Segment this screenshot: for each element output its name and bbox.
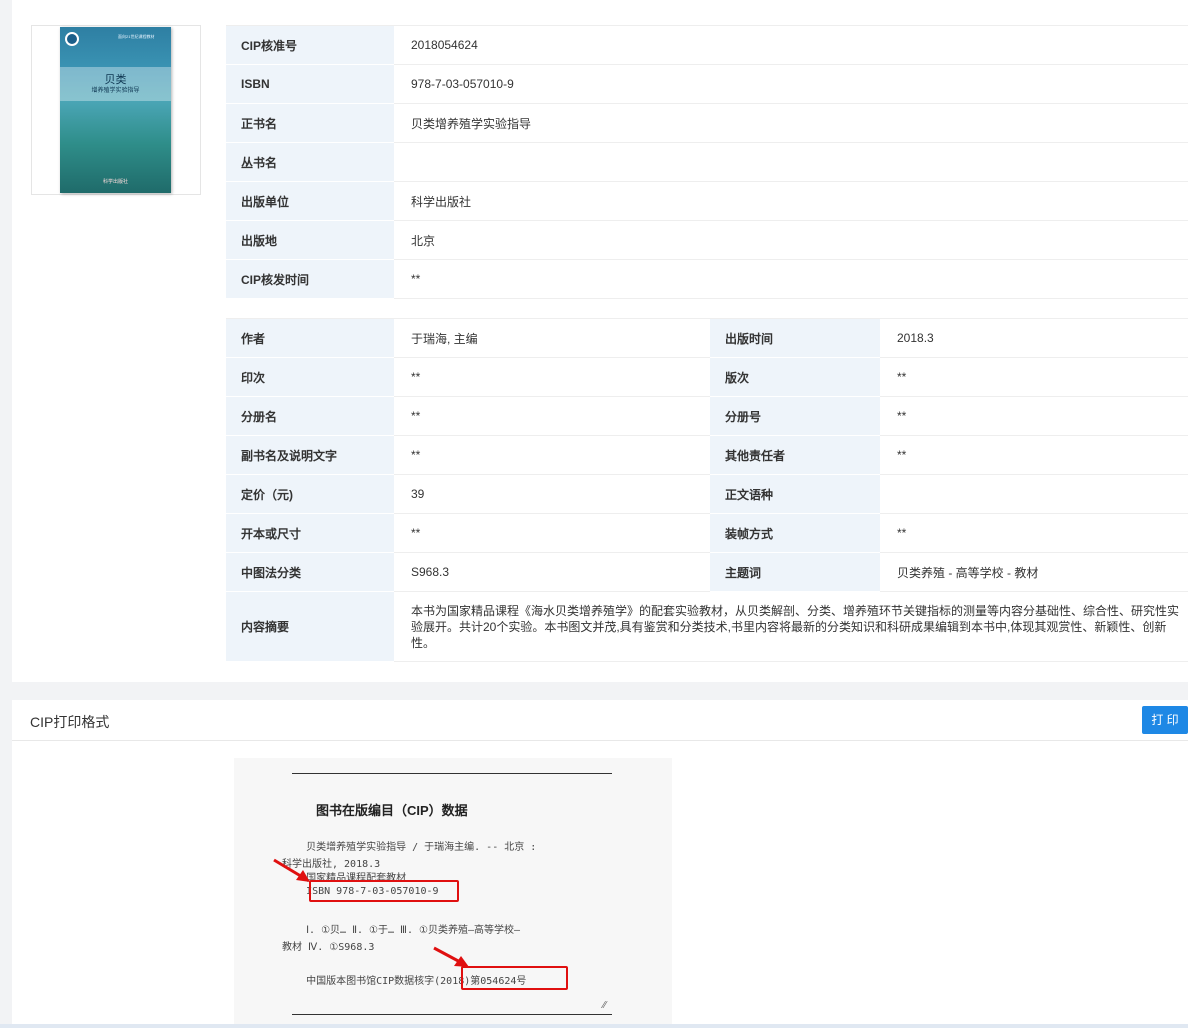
volume-number-value: ** <box>880 396 1188 436</box>
table-row: 印次 ** 版次 ** <box>226 357 1188 397</box>
cip-line-5: Ⅰ. ①贝… Ⅱ. ①于… Ⅲ. ①贝类养殖—高等学校— <box>282 925 520 936</box>
cip-number-label: CIP核准号 <box>226 25 394 65</box>
table-row: 作者 于瑞海, 主编 出版时间 2018.3 <box>226 318 1188 358</box>
detail-info-table: 作者 于瑞海, 主编 出版时间 2018.3 印次 ** 版次 ** 分册名 ** 分册号 ** … <box>226 318 1188 662</box>
print-button[interactable]: 打 印 <box>1142 706 1188 734</box>
cip-heading: 图书在版编目（CIP）数据 <box>316 803 468 818</box>
volume-number-label: 分册号 <box>710 396 880 436</box>
cip-date-value: ** <box>394 259 1188 299</box>
cip-number-value: 2018054624 <box>394 25 1188 65</box>
table-row: 丛书名 <box>226 142 1188 182</box>
table-row: 副书名及说明文字 ** 其他责任者 ** <box>226 435 1188 475</box>
cip-line-6: 教材 Ⅳ. ①S968.3 <box>282 942 375 953</box>
table-row: 出版单位 科学出版社 <box>226 181 1188 221</box>
cip-line-1: 贝类增养殖学实验指导 / 于瑞海主编. -- 北京 : <box>282 842 537 853</box>
table-row: 定价（元) 39 正文语种 <box>226 474 1188 514</box>
volume-name-value: ** <box>394 396 710 436</box>
isbn-highlight-box <box>309 880 459 902</box>
table-row: 中图法分类 S968.3 主题词 贝类养殖 - 高等学校 - 教材 <box>226 552 1188 592</box>
cip-print-header: CIP打印格式 <box>12 700 1188 741</box>
cip-top-rule <box>292 773 612 774</box>
cip-date-label: CIP核发时间 <box>226 259 394 299</box>
section-title: CIP打印格式 <box>30 714 110 730</box>
other-contributors-value: ** <box>880 435 1188 475</box>
author-value: 于瑞海, 主编 <box>394 318 710 358</box>
isbn-label: ISBN <box>226 64 394 104</box>
cip-bottom-rule <box>292 1014 612 1015</box>
subject-label: 主题词 <box>710 552 880 592</box>
series-value <box>394 142 1188 182</box>
cip-number-highlight-box <box>461 966 568 990</box>
other-contributors-label: 其他责任者 <box>710 435 880 475</box>
format-value: ** <box>394 513 710 553</box>
series-label: 丛书名 <box>226 142 394 182</box>
cover-series-line: 面向21世纪课程教材 <box>118 34 155 39</box>
title-label: 正书名 <box>226 103 394 143</box>
arrow-icon <box>433 946 469 967</box>
classification-label: 中图法分类 <box>226 552 394 592</box>
isbn-value: 978-7-03-057010-9 <box>394 64 1188 104</box>
pub-date-label: 出版时间 <box>710 318 880 358</box>
pub-date-value: 2018.3 <box>880 318 1188 358</box>
table-row: 分册名 ** 分册号 ** <box>226 396 1188 436</box>
place-value: 北京 <box>394 220 1188 260</box>
price-label: 定价（元) <box>226 474 394 514</box>
table-row: 内容摘要 本书为国家精品课程《海水贝类增养殖学》的配套实验教材，从贝类解剖、分类、… <box>226 591 1188 662</box>
subject-value: 贝类养殖 - 高等学校 - 教材 <box>880 552 1188 592</box>
book-cover-image: 面向21世纪课程教材 贝类 增养殖学实验指导 科学出版社 <box>60 27 171 193</box>
table-row: ISBN 978-7-03-057010-9 <box>226 64 1188 104</box>
language-value <box>880 474 1188 514</box>
table-row: 开本或尺寸 ** 装帧方式 ** <box>226 513 1188 553</box>
resize-handle-icon[interactable]: ∕∕ <box>603 1000 606 1011</box>
place-label: 出版地 <box>226 220 394 260</box>
volume-name-label: 分册名 <box>226 396 394 436</box>
impression-value: ** <box>394 357 710 397</box>
edition-label: 版次 <box>710 357 880 397</box>
classification-value: S968.3 <box>394 552 710 592</box>
publisher-label: 出版单位 <box>226 181 394 221</box>
cover-subtitle: 增养殖学实验指导 <box>91 88 140 94</box>
language-label: 正文语种 <box>710 474 880 514</box>
title-value: 贝类增养殖学实验指导 <box>394 103 1188 143</box>
impression-label: 印次 <box>226 357 394 397</box>
abstract-label: 内容摘要 <box>226 591 394 662</box>
cover-publisher: 科学出版社 <box>102 179 128 185</box>
binding-label: 装帧方式 <box>710 513 880 553</box>
edition-value: ** <box>880 357 1188 397</box>
arrow-icon <box>273 858 310 882</box>
binding-value: ** <box>880 513 1188 553</box>
table-row: 正书名 贝类增养殖学实验指导 <box>226 103 1188 143</box>
format-label: 开本或尺寸 <box>226 513 394 553</box>
author-label: 作者 <box>226 318 394 358</box>
publisher-logo-icon <box>65 32 79 46</box>
table-row: 出版地 北京 <box>226 220 1188 260</box>
abstract-value: 本书为国家精品课程《海水贝类增养殖学》的配套实验教材，从贝类解剖、分类、增养殖环… <box>394 591 1188 662</box>
subtitle-label: 副书名及说明文字 <box>226 435 394 475</box>
price-value: 39 <box>394 474 710 514</box>
table-row: CIP核准号 2018054624 <box>226 25 1188 65</box>
basic-info-table: CIP核准号 2018054624 ISBN 978-7-03-057010-9 正… <box>226 25 1188 299</box>
subtitle-value: ** <box>394 435 710 475</box>
publisher-value: 科学出版社 <box>394 181 1188 221</box>
table-row: CIP核发时间 ** <box>226 259 1188 299</box>
